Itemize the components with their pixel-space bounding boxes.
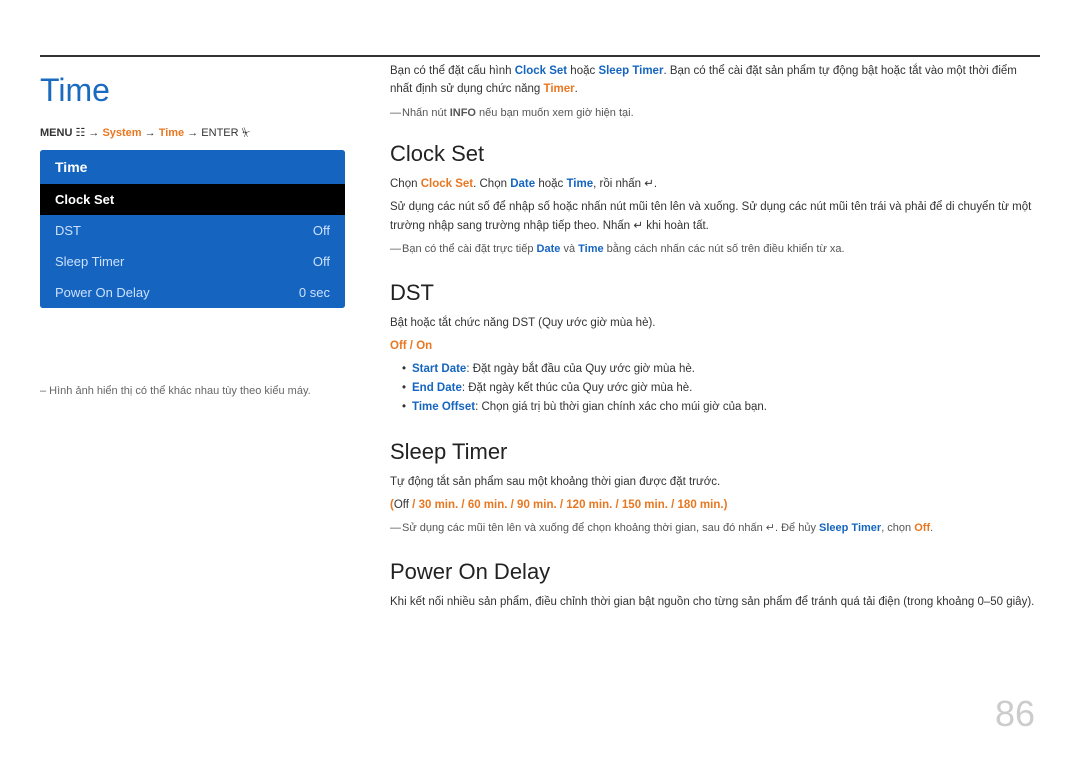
dst-bullet-end: End Date: Đặt ngày kết thúc của Quy ước … <box>402 379 1040 398</box>
dst-body: Bật hoặc tắt chức năng DST (Quy ước giờ … <box>390 314 1040 417</box>
page-number: 86 <box>995 693 1035 735</box>
sleep-timer-options: (Off / 30 min. / 60 min. / 90 min. / 120… <box>390 496 1040 515</box>
menu-item-clock-set[interactable]: Clock Set <box>40 184 345 215</box>
section-sleep-timer: Sleep Timer Tự động tắt sản phẩm sau một… <box>390 439 1040 537</box>
menu-item-power-on-delay-label: Power On Delay <box>55 285 150 300</box>
power-on-delay-para1: Khi kết nối nhiều sản phẩm, điều chỉnh t… <box>390 593 1040 612</box>
clock-set-para1: Chọn Clock Set. Chọn Date hoặc Time, rồi… <box>390 175 1040 194</box>
section-power-on-delay: Power On Delay Khi kết nối nhiều sản phẩ… <box>390 559 1040 612</box>
power-on-delay-body: Khi kết nối nhiều sản phẩm, điều chỉnh t… <box>390 593 1040 612</box>
intro-note: Nhấn nút INFO nếu bạn muốn xem giờ hiện … <box>390 107 1040 119</box>
menu-item-dst-value: Off <box>313 223 330 238</box>
clock-set-title: Clock Set <box>390 141 1040 167</box>
menu-text: MENU <box>40 127 75 139</box>
menu-item-sleep-timer-label: Sleep Timer <box>55 254 124 269</box>
sleep-timer-para1: Tự động tắt sản phẩm sau một khoảng thời… <box>390 473 1040 492</box>
tv-menu-header: Time <box>40 150 345 184</box>
section-clock-set: Clock Set Chọn Clock Set. Chọn Date hoặc… <box>390 141 1040 258</box>
dst-bullet-offset: Time Offset: Chọn giá trị bù thời gian c… <box>402 398 1040 417</box>
dst-title: DST <box>390 280 1040 306</box>
dst-bullet-start: Start Date: Đặt ngày bắt đầu của Quy ước… <box>402 360 1040 379</box>
sleep-timer-body: Tự động tắt sản phẩm sau một khoảng thời… <box>390 473 1040 537</box>
menu-time: Time <box>159 127 184 139</box>
clock-set-para2: Sử dụng các nút số để nhập số hoặc nhấn … <box>390 198 1040 236</box>
dst-bullet-list: Start Date: Đặt ngày bắt đầu của Quy ước… <box>390 360 1040 417</box>
menu-item-dst[interactable]: DST Off <box>40 215 345 246</box>
content-area: Bạn có thể đặt cấu hình Clock Set hoặc S… <box>390 62 1040 616</box>
menu-path: MENU ☷ → System → Time → ENTER ⏧ <box>40 126 250 140</box>
clock-set-note: Bạn có thể cài đặt trực tiếp Date và Tim… <box>390 240 1040 258</box>
menu-item-power-on-delay[interactable]: Power On Delay 0 sec <box>40 277 345 308</box>
menu-system: System <box>102 127 141 139</box>
sleep-timer-title: Sleep Timer <box>390 439 1040 465</box>
dst-para1: Bật hoặc tắt chức năng DST (Quy ước giờ … <box>390 314 1040 333</box>
clock-set-body: Chọn Clock Set. Chọn Date hoặc Time, rồi… <box>390 175 1040 258</box>
menu-item-dst-label: DST <box>55 223 81 238</box>
menu-item-power-on-delay-value: 0 sec <box>299 285 330 300</box>
top-border <box>40 55 1040 57</box>
tv-menu-panel: Time Clock Set DST Off Sleep Timer Off P… <box>40 150 345 308</box>
intro-paragraph: Bạn có thể đặt cấu hình Clock Set hoặc S… <box>390 62 1040 99</box>
menu-item-clock-set-label: Clock Set <box>55 192 114 207</box>
sleep-timer-note: Sử dụng các mũi tên lên và xuống để chọn… <box>390 519 1040 537</box>
section-dst: DST Bật hoặc tắt chức năng DST (Quy ước … <box>390 280 1040 417</box>
menu-item-sleep-timer-value: Off <box>313 254 330 269</box>
dst-options: Off / On <box>390 337 1040 356</box>
menu-item-sleep-timer[interactable]: Sleep Timer Off <box>40 246 345 277</box>
power-on-delay-title: Power On Delay <box>390 559 1040 585</box>
page-title: Time <box>40 72 110 109</box>
footnote: – Hình ảnh hiển thị có thể khác nhau tùy… <box>40 385 311 397</box>
